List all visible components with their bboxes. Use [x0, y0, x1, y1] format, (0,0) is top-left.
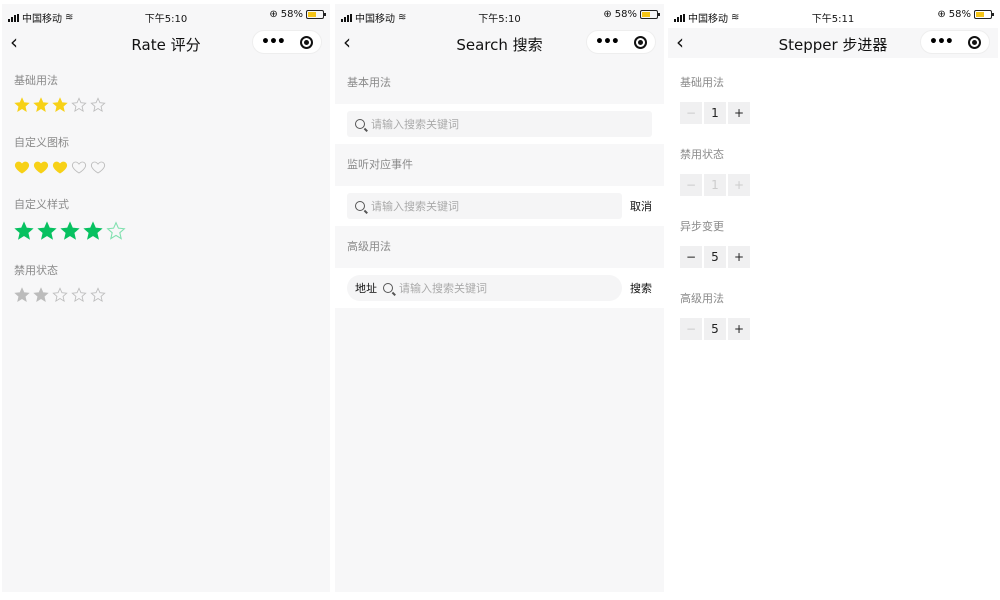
search-icon [355, 119, 365, 129]
more-icon[interactable]: ••• [261, 34, 286, 50]
star-icon [14, 287, 30, 307]
stepper-value[interactable]: 1 [704, 102, 726, 124]
nav-bar: ‹ Rate 评分 ••• [2, 28, 330, 58]
orientation-lock-icon: ⊕ [937, 9, 946, 20]
section-title: 监听对应事件 [347, 158, 413, 171]
search-icon [355, 201, 365, 211]
search-events: 请输入搜索关键词 取消 [335, 186, 664, 226]
battery-percent: 58% [280, 9, 303, 20]
battery-icon [640, 10, 660, 19]
heart-icon[interactable] [71, 159, 87, 179]
section-title: 禁用状态 [14, 264, 58, 277]
star-icon[interactable] [60, 221, 80, 245]
section-title: 自定义样式 [14, 198, 69, 211]
decrement-button: − [680, 174, 702, 196]
section-title: 基本用法 [347, 76, 391, 89]
search-input[interactable]: 请输入搜索关键词 [347, 193, 622, 219]
heart-icon[interactable] [33, 159, 49, 179]
star-icon[interactable] [71, 97, 87, 117]
search-icon [383, 283, 393, 293]
search-placeholder: 请输入搜索关键词 [371, 200, 459, 213]
close-target-icon[interactable] [968, 35, 981, 49]
cancel-button[interactable]: 取消 [630, 198, 652, 214]
star-icon [52, 287, 68, 307]
nav-bar: ‹ Search 搜索 ••• [335, 28, 664, 58]
stepper-value: 1 [704, 174, 726, 196]
section-title: 高级用法 [680, 292, 724, 305]
star-icon[interactable] [52, 97, 68, 117]
section-title: 异步变更 [680, 220, 724, 233]
star-icon[interactable] [14, 97, 30, 117]
heart-icon[interactable] [52, 159, 68, 179]
battery-icon [974, 10, 994, 19]
battery-percent: 58% [614, 9, 637, 20]
battery-percent: 58% [948, 9, 971, 20]
heart-icon[interactable] [14, 159, 30, 179]
increment-button: + [728, 174, 750, 196]
stepper-screen: 中国移动 ≋ 下午5:11 ⊕ 58% ‹ Stepper 步进器 ••• 基础用法… [668, 4, 998, 592]
rate-screen: 中国移动 ≋ 下午5:10 ⊕ 58% ‹ Rate 评分 ••• 基础用法 自定义… [2, 4, 330, 592]
search-input[interactable]: 地址 请输入搜索关键词 [347, 275, 622, 301]
menu-capsule[interactable]: ••• [920, 30, 990, 54]
stepper-advanced: − 5 + [668, 318, 998, 340]
status-bar: 中国移动 ≋ 下午5:10 ⊕ 58% [2, 4, 330, 28]
star-icon[interactable] [90, 97, 106, 117]
menu-capsule[interactable]: ••• [586, 30, 656, 54]
section-title: 基础用法 [680, 76, 724, 89]
stepper-async: − 5 + [668, 246, 998, 268]
star-icon[interactable] [33, 97, 49, 117]
star-icon[interactable] [83, 221, 103, 245]
search-placeholder: 请输入搜索关键词 [371, 118, 459, 131]
menu-capsule[interactable]: ••• [252, 30, 322, 54]
stepper-value[interactable]: 5 [704, 246, 726, 268]
status-bar: 中国移动 ≋ 下午5:10 ⊕ 58% [335, 4, 664, 28]
section-title: 自定义图标 [14, 136, 69, 149]
increment-button[interactable]: + [728, 246, 750, 268]
search-basic: 请输入搜索关键词 [335, 104, 664, 144]
stepper-value[interactable]: 5 [704, 318, 726, 340]
status-bar: 中国移动 ≋ 下午5:11 ⊕ 58% [668, 4, 998, 28]
heart-icon[interactable] [90, 159, 106, 179]
section-title: 高级用法 [347, 240, 391, 253]
rate-disabled [2, 287, 330, 307]
stepper-disabled: − 1 + [668, 174, 998, 196]
increment-button[interactable]: + [728, 102, 750, 124]
address-label[interactable]: 地址 [355, 280, 377, 296]
stepper-basic: − 1 + [668, 102, 998, 124]
decrement-button[interactable]: − [680, 102, 702, 124]
search-advanced: 地址 请输入搜索关键词 搜索 [335, 268, 664, 308]
decrement-button[interactable]: − [680, 318, 702, 340]
star-icon[interactable] [37, 221, 57, 245]
close-target-icon[interactable] [300, 35, 313, 49]
search-placeholder: 请输入搜索关键词 [399, 282, 487, 295]
battery-icon [306, 10, 326, 19]
star-icon [90, 287, 106, 307]
orientation-lock-icon: ⊕ [603, 9, 612, 20]
nav-bar: ‹ Stepper 步进器 ••• [668, 28, 998, 58]
search-button[interactable]: 搜索 [630, 280, 652, 296]
orientation-lock-icon: ⊕ [269, 9, 278, 20]
search-screen: 中国移动 ≋ 下午5:10 ⊕ 58% ‹ Search 搜索 ••• 基本用法 请… [335, 4, 664, 592]
more-icon[interactable]: ••• [595, 34, 620, 50]
section-title: 禁用状态 [680, 148, 724, 161]
section-title: 基础用法 [14, 74, 58, 87]
rate-basic[interactable] [2, 97, 330, 117]
star-icon [71, 287, 87, 307]
star-icon[interactable] [106, 221, 126, 245]
increment-button[interactable]: + [728, 318, 750, 340]
search-input[interactable]: 请输入搜索关键词 [347, 111, 652, 137]
decrement-button[interactable]: − [680, 246, 702, 268]
star-icon[interactable] [14, 221, 34, 245]
close-target-icon[interactable] [634, 35, 647, 49]
rate-custom-icon[interactable] [2, 159, 330, 179]
more-icon[interactable]: ••• [929, 34, 954, 50]
star-icon [33, 287, 49, 307]
rate-custom-style[interactable] [2, 221, 330, 245]
